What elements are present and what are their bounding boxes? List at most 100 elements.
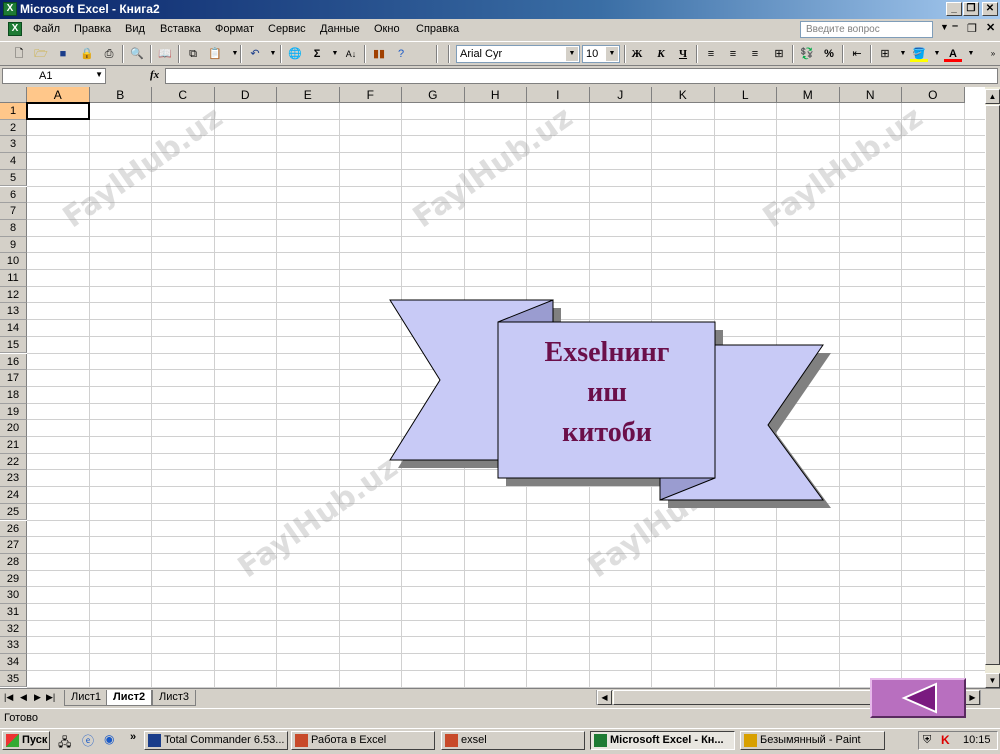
column-header[interactable]: E <box>277 87 340 103</box>
row-header[interactable]: 21 <box>0 437 27 454</box>
row-header[interactable]: 7 <box>0 203 27 220</box>
row-header[interactable]: 30 <box>0 587 27 604</box>
menu-window[interactable]: Окно <box>374 23 400 35</box>
print-icon[interactable]: ⎙ <box>100 46 118 62</box>
formula-input[interactable] <box>165 68 998 84</box>
menu-format[interactable]: Формат <box>215 23 254 35</box>
ask-dropdown-icon[interactable]: ▼ <box>940 22 949 32</box>
menu-insert[interactable]: Вставка <box>160 23 201 35</box>
sheet-tab-1[interactable]: Лист1 <box>64 690 109 706</box>
font-size-combo[interactable]: 10 ▼ <box>582 45 620 63</box>
chart-wizard-icon[interactable]: ▮▮ <box>370 46 388 62</box>
column-header[interactable]: F <box>339 87 402 103</box>
column-header[interactable]: K <box>652 87 715 103</box>
column-header[interactable]: G <box>402 87 465 103</box>
menu-file[interactable]: Файл <box>33 23 60 35</box>
workbook-icon[interactable]: X <box>8 22 22 36</box>
toolbar-options-icon[interactable]: » <box>984 46 1000 62</box>
vertical-scroll-thumb[interactable] <box>985 105 1000 665</box>
column-header[interactable]: M <box>777 87 840 103</box>
antivirus-icon[interactable]: K <box>941 732 950 749</box>
doc-minimize-button[interactable]: – <box>952 20 958 32</box>
column-header[interactable]: N <box>839 87 902 103</box>
first-sheet-icon[interactable]: |◀ <box>4 692 13 703</box>
row-header[interactable]: 6 <box>0 186 27 204</box>
undo-icon[interactable]: ↶ <box>246 46 264 62</box>
selected-cell-a1[interactable] <box>26 102 90 120</box>
excel-icon[interactable]: X <box>3 2 17 16</box>
autosum-icon[interactable]: Σ <box>308 46 326 62</box>
task-exsel[interactable]: exsel <box>441 731 585 750</box>
network-icon[interactable]: ⛨ <box>923 732 931 749</box>
permission-icon[interactable]: 🔒 <box>78 46 96 62</box>
row-header[interactable]: 2 <box>0 119 27 137</box>
align-center-icon[interactable]: ≡ <box>724 46 742 62</box>
research-icon[interactable]: 📖 <box>156 46 174 62</box>
row-header[interactable]: 17 <box>0 370 27 387</box>
font-size-dropdown-icon[interactable]: ▼ <box>606 47 618 61</box>
bold-button[interactable]: Ж <box>628 46 646 62</box>
task-word-doc[interactable]: Работа в Excel <box>291 731 435 750</box>
scroll-down-button[interactable]: ▼ <box>985 673 1000 688</box>
row-header[interactable]: 9 <box>0 236 27 254</box>
row-header[interactable]: 5 <box>0 169 27 187</box>
row-header[interactable]: 13 <box>0 303 27 321</box>
row-header[interactable]: 33 <box>0 637 27 655</box>
column-header[interactable]: C <box>152 87 215 103</box>
column-header[interactable]: J <box>589 87 652 103</box>
row-header[interactable]: 3 <box>0 136 27 154</box>
row-header[interactable]: 14 <box>0 320 27 337</box>
close-button[interactable]: ✕ <box>982 2 998 16</box>
quicklaunch-more-icon[interactable]: » <box>130 731 136 743</box>
menu-edit[interactable]: Правка <box>74 23 111 35</box>
row-header[interactable]: 27 <box>0 537 27 554</box>
help-icon[interactable]: ? <box>392 46 410 62</box>
fx-icon[interactable]: fx <box>150 69 159 81</box>
row-header[interactable]: 25 <box>0 503 27 521</box>
column-header[interactable]: A <box>27 87 90 103</box>
doc-close-button[interactable]: ✕ <box>986 21 995 34</box>
sheet-tab-3[interactable]: Лист3 <box>152 690 197 706</box>
menu-data[interactable]: Данные <box>320 23 360 35</box>
name-box[interactable]: A1 ▼ <box>2 68 106 84</box>
borders-icon[interactable]: ⊞ <box>876 46 894 62</box>
prev-sheet-icon[interactable]: ◀ <box>20 692 27 703</box>
row-header[interactable]: 15 <box>0 336 27 354</box>
percent-button[interactable]: % <box>820 46 838 62</box>
save-icon[interactable]: ■ <box>54 46 72 62</box>
hyperlink-icon[interactable]: 🌐 <box>286 46 304 62</box>
ask-question-input[interactable]: Введите вопрос <box>800 21 933 38</box>
scroll-right-button[interactable]: ▶ <box>965 690 980 705</box>
row-header[interactable]: 23 <box>0 470 27 488</box>
row-header[interactable]: 24 <box>0 487 27 504</box>
row-header[interactable]: 20 <box>0 420 27 437</box>
start-button[interactable]: Пуск <box>2 731 50 750</box>
sheet-tab-2[interactable]: Лист2 <box>106 690 153 706</box>
row-header[interactable]: 28 <box>0 553 27 571</box>
row-header[interactable]: 32 <box>0 620 27 638</box>
horizontal-scroll-thumb[interactable] <box>613 690 873 705</box>
select-all-corner[interactable] <box>0 87 27 103</box>
menu-view[interactable]: Вид <box>125 23 145 35</box>
menu-help[interactable]: Справка <box>416 23 459 35</box>
row-header[interactable]: 1 <box>0 103 27 120</box>
name-box-dropdown-icon[interactable]: ▼ <box>95 70 103 79</box>
sort-ascending-icon[interactable]: A↓ <box>342 46 360 62</box>
row-header[interactable]: 10 <box>0 253 27 270</box>
font-color-dropdown-icon[interactable]: ▼ <box>962 46 980 62</box>
row-header[interactable]: 35 <box>0 670 27 688</box>
column-header[interactable]: L <box>714 87 777 103</box>
align-left-icon[interactable]: ≡ <box>702 46 720 62</box>
column-header[interactable]: B <box>89 87 152 103</box>
row-header[interactable]: 26 <box>0 520 27 538</box>
fill-color-icon[interactable]: 🪣 <box>910 46 928 62</box>
ie-icon[interactable]: ⓔ <box>82 732 94 749</box>
menu-tools[interactable]: Сервис <box>268 23 306 35</box>
font-name-dropdown-icon[interactable]: ▼ <box>566 47 578 61</box>
next-sheet-icon[interactable]: ▶ <box>34 692 41 703</box>
decrease-indent-icon[interactable]: ⇤ <box>848 46 866 62</box>
doc-restore-button[interactable]: ❐ <box>967 22 977 35</box>
italic-button[interactable]: К <box>652 46 670 62</box>
desktop-icon[interactable]: 🖧 <box>58 733 71 754</box>
scroll-up-button[interactable]: ▲ <box>985 89 1000 104</box>
